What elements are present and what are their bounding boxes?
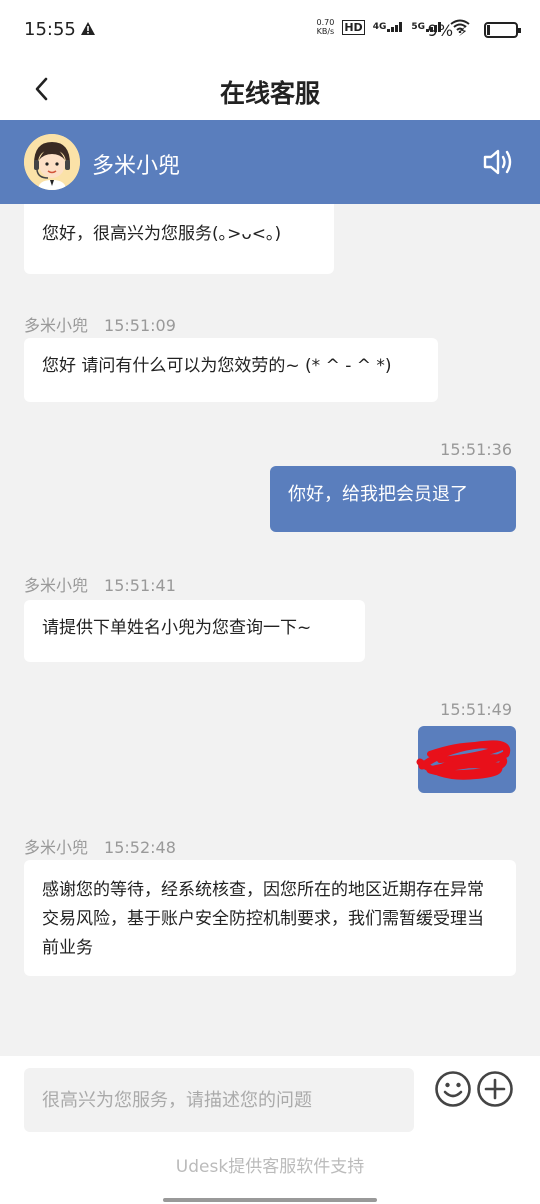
home-indicator[interactable] (163, 1198, 377, 1202)
message-meta: 15:51:49 (440, 700, 512, 719)
message-bubble: 您好 请问有什么可以为您效劳的~ (* ^ - ^ *) (24, 338, 438, 402)
message-bubble: 您好，很高兴为您服务(｡>ᴗ<｡) (24, 204, 334, 274)
status-bar: 15:55 0.70 KB/s HD 4G 5G 9% ⚡ (0, 0, 540, 60)
redaction-scribble (416, 740, 511, 780)
message-text: 请提供下单姓名小兜为您查询一下~ (42, 618, 312, 638)
hd-icon: HD (342, 19, 365, 35)
message-bubble: 请提供下单姓名小兜为您查询一下~ (24, 600, 365, 662)
message-text: 您好，很高兴为您服务(｡>ᴗ<｡) (42, 224, 282, 244)
message-bubble: 感谢您的等待，经系统核查，因您所在的地区近期存在异常交易风险，基于账户安全防控机… (24, 860, 516, 976)
message-input[interactable] (24, 1068, 414, 1132)
input-footer: Udesk提供客服软件支持 (0, 1056, 540, 1204)
message-meta: 多米小兜 15:51:09 (24, 312, 176, 336)
add-icon[interactable] (476, 1070, 514, 1108)
message-text: 感谢您的等待，经系统核查，因您所在的地区近期存在异常交易风险，基于账户安全防控机… (42, 880, 484, 958)
message-bubble: 你好，给我把会员退了 (270, 466, 516, 532)
warning-icon (80, 21, 96, 40)
message-text: 你好，给我把会员退了 (288, 484, 468, 505)
agent-avatar (24, 134, 80, 190)
sender-name: 多米小兜 (24, 576, 89, 595)
sender-name: 多米小兜 (24, 316, 89, 335)
signal-4g-icon: 4G (373, 22, 404, 32)
status-time: 15:55 (24, 19, 76, 40)
battery-icon (484, 22, 521, 38)
powered-by-text: Udesk提供客服软件支持 (175, 1157, 365, 1177)
message-meta: 15:51:36 (440, 440, 512, 459)
sender-name: 多米小兜 (24, 838, 89, 857)
message-text: 您好 请问有什么可以为您效劳的~ (* ^ - ^ *) (42, 356, 392, 376)
charging-icon: ⚡ (458, 24, 468, 40)
message-time: 15:51:49 (440, 700, 512, 719)
message-meta: 多米小兜 15:51:41 (24, 572, 176, 596)
message-time: 15:52:48 (104, 838, 176, 857)
nav-bar: 在线客服 (0, 60, 540, 120)
message-meta: 多米小兜 15:52:48 (24, 834, 176, 858)
emoji-icon[interactable] (434, 1070, 472, 1108)
battery-percent: 9% ⚡ (427, 21, 468, 40)
agent-header: 多米小兜 (0, 120, 540, 204)
speaker-icon[interactable] (482, 146, 516, 178)
page-title: 在线客服 (219, 79, 320, 108)
message-bubble (416, 726, 516, 793)
message-time: 15:51:41 (104, 576, 176, 595)
agent-name: 多米小兜 (92, 154, 181, 179)
message-time: 15:51:09 (104, 316, 176, 335)
network-speed: 0.70 KB/s (316, 18, 335, 36)
message-time: 15:51:36 (440, 440, 512, 459)
chat-list[interactable]: 您好，很高兴为您服务(｡>ᴗ<｡) 多米小兜 15:51:09 您好 请问有什么可… (0, 204, 540, 1056)
